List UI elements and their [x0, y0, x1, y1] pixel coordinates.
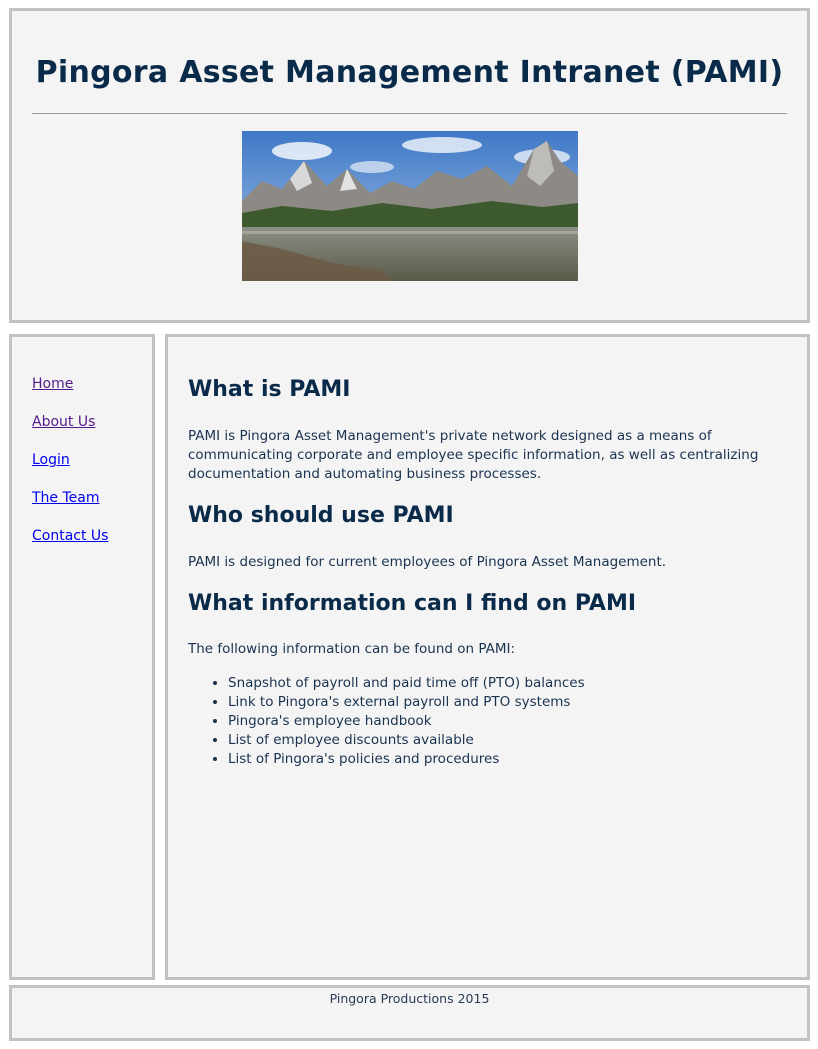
banner-image: [242, 131, 578, 281]
section-heading-what-is-pami: What is PAMI: [188, 377, 351, 402]
sidebar-item-login: Login: [32, 449, 108, 487]
list-item: Pingora's employee handbook: [228, 712, 585, 731]
section-text-what-information: The following information can be found o…: [188, 641, 516, 657]
section-text-what-is-pami: PAMI is Pingora Asset Management's priva…: [188, 428, 759, 482]
list-item: Snapshot of payroll and paid time off (P…: [228, 674, 585, 693]
sidebar-item-contact-us: Contact Us: [32, 525, 108, 563]
sidebar-panel: Home About Us Login The Team Contact Us: [9, 334, 155, 980]
nav-link-home[interactable]: Home: [32, 376, 73, 392]
footer-panel: Pingora Productions 2015: [9, 985, 810, 1041]
nav-link-about-us[interactable]: About Us: [32, 414, 95, 430]
section-heading-who-should-use: Who should use PAMI: [188, 503, 454, 528]
sidebar-item-the-team: The Team: [32, 487, 108, 525]
list-item: Link to Pingora's external payroll and P…: [228, 693, 585, 712]
sidebar-nav: Home About Us Login The Team Contact Us: [32, 373, 108, 563]
list-item: List of Pingora's policies and procedure…: [228, 750, 585, 769]
sidebar-item-home: Home: [32, 373, 108, 411]
section-text-who-should-use: PAMI is designed for current employees o…: [188, 554, 667, 570]
section-heading-what-information: What information can I find on PAMI: [188, 591, 637, 616]
nav-link-login[interactable]: Login: [32, 452, 70, 468]
header-divider: [32, 113, 787, 114]
list-item: List of employee discounts available: [228, 731, 585, 750]
nav-link-the-team[interactable]: The Team: [32, 490, 100, 506]
information-list: Snapshot of payroll and paid time off (P…: [188, 674, 585, 769]
site-title: Pingora Asset Management Intranet (PAMI): [35, 55, 784, 90]
footer-text: Pingora Productions 2015: [329, 991, 490, 1006]
header-panel: Pingora Asset Management Intranet (PAMI): [9, 8, 810, 323]
sidebar-item-about-us: About Us: [32, 411, 108, 449]
nav-link-contact-us[interactable]: Contact Us: [32, 528, 108, 544]
main-content-panel: What is PAMI PAMI is Pingora Asset Manag…: [165, 334, 810, 980]
